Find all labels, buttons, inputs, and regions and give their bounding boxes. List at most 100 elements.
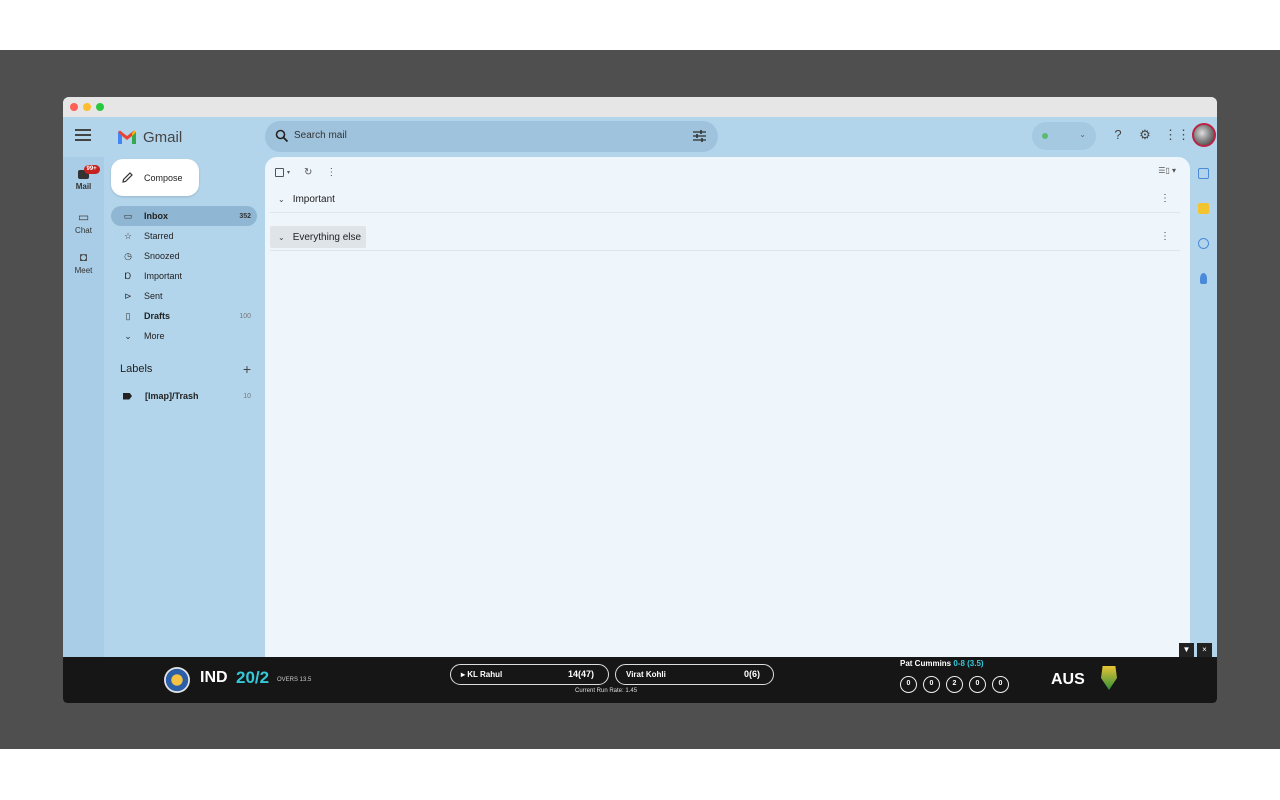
current-run-rate: Current Run Rate: 1.45 (575, 688, 638, 694)
batter-stat: 0(6) (744, 669, 761, 679)
nav-label: Inbox (144, 211, 168, 221)
section-label: Important (292, 193, 335, 205)
gmail-app: Gmail Search mail ⌄ ? ⚙ ⋮⋮ 99+ Mail ▭ Ch… (63, 117, 1217, 657)
window-titlebar (63, 97, 1217, 117)
nav-item-drafts[interactable]: ▯ Drafts 100 (111, 306, 257, 326)
india-crest-icon (164, 667, 190, 693)
search-input[interactable]: Search mail (294, 130, 347, 141)
batter-stat: 14(47) (568, 669, 595, 679)
section-header-everything-else[interactable]: ⌄ Everything else (270, 226, 367, 248)
rail-meet[interactable]: ◘ Meet (63, 250, 104, 275)
section-more-icon[interactable]: ⋮ (1160, 231, 1170, 242)
team-right-name: AUS (1051, 671, 1085, 688)
team-score: 20/2 (236, 668, 270, 687)
select-all-checkbox[interactable] (275, 167, 284, 177)
section-everything-else: ⌄ Everything else ⋮ (270, 223, 1180, 251)
nav-label: Sent (144, 291, 163, 301)
batter-name: ▸ KL Rahul (461, 670, 503, 679)
label-item-imap-trash[interactable]: [Imap]/Trash 10 (111, 386, 257, 406)
create-label-plus-icon[interactable]: + (243, 361, 251, 377)
more-options-icon[interactable]: ⋮ (326, 167, 336, 178)
nav-item-starred[interactable]: ☆ Starred (111, 226, 257, 246)
ball-result: 0 (923, 676, 940, 693)
compose-button[interactable]: Compose (111, 159, 199, 196)
batter-name: Virat Kohli (626, 670, 666, 679)
mail-icon: 99+ (76, 165, 100, 180)
australia-crest-icon (1101, 666, 1117, 690)
status-selector[interactable]: ⌄ (1032, 122, 1096, 150)
collapse-scoreboard-icon[interactable]: ▼ (1179, 643, 1194, 657)
send-icon: ⊳ (124, 291, 132, 301)
rail-mail[interactable]: 99+ Mail (63, 165, 104, 191)
gmail-m-icon (118, 130, 136, 144)
team-left-name: IND (200, 669, 228, 686)
ball-result: 0 (992, 676, 1009, 693)
refresh-icon[interactable]: ↻ (304, 167, 312, 178)
nav-count: 352 (239, 212, 251, 220)
rail-chat[interactable]: ▭ Chat (63, 210, 104, 235)
rail-mail-label: Mail (75, 182, 92, 191)
ball-result: 0 (900, 676, 917, 693)
gmail-wordmark: Gmail (143, 128, 183, 146)
minimize-window-button[interactable] (83, 103, 91, 111)
cricket-scoreboard: IND 20/2 OVERS 13.5 ▸ KL Rahul 14(47) Vi… (63, 657, 1217, 703)
search-options-icon[interactable] (693, 130, 706, 142)
label-name: [Imap]/Trash (145, 391, 199, 401)
label-count: 10 (243, 392, 251, 400)
nav-item-more[interactable]: ⌄ More (111, 326, 257, 346)
mail-list-panel: ▾ ↻ ⋮ ☰▯ ▾ ⌄ Important ⋮ ⌄ Everything el… (265, 157, 1190, 657)
split-pane-toggle-icon[interactable]: ☰▯ ▾ (1158, 166, 1176, 175)
calendar-icon[interactable] (1198, 168, 1209, 179)
gmail-logo[interactable]: Gmail (117, 126, 182, 148)
nav-item-snoozed[interactable]: ◷ Snoozed (111, 246, 257, 266)
important-icon: Ɒ (124, 271, 132, 281)
bowler-info: Pat Cummins 0-8 (3.5) (900, 659, 984, 668)
section-header-important[interactable]: ⌄ Important (270, 188, 340, 210)
nav-label: Snoozed (144, 251, 180, 261)
maximize-window-button[interactable] (96, 103, 104, 111)
select-dropdown-icon[interactable]: ▾ (287, 169, 290, 176)
settings-gear-icon[interactable]: ⚙ (1137, 127, 1153, 143)
section-label: Everything else (292, 231, 362, 243)
label-tag-icon (123, 392, 132, 400)
main-menu-icon[interactable] (75, 129, 91, 143)
section-more-icon[interactable]: ⋮ (1160, 193, 1170, 204)
nav-label: Starred (144, 231, 174, 241)
nav-item-sent[interactable]: ⊳ Sent (111, 286, 257, 306)
nav-item-inbox[interactable]: ▭ Inbox 352 (111, 206, 257, 226)
bowler-figures: 0-8 (3.5) (953, 659, 984, 668)
clock-icon: ◷ (124, 251, 132, 261)
keep-icon[interactable] (1198, 203, 1209, 214)
inbox-icon: ▭ (123, 211, 133, 221)
nav-label: Drafts (144, 311, 171, 321)
contacts-icon[interactable] (1200, 273, 1207, 284)
compose-label: Compose (144, 172, 183, 183)
help-icon[interactable]: ? (1110, 127, 1126, 143)
apps-grid-icon[interactable]: ⋮⋮ (1164, 127, 1190, 143)
search-bar[interactable]: Search mail (265, 121, 718, 152)
overs-count: OVERS 13.5 (277, 677, 312, 683)
close-window-button[interactable] (70, 103, 78, 111)
pencil-icon (122, 172, 133, 183)
section-important: ⌄ Important ⋮ (270, 185, 1180, 213)
ball-result: 2 (946, 676, 963, 693)
nav-item-important[interactable]: Ɒ Important (111, 266, 257, 286)
tasks-icon[interactable] (1198, 238, 1209, 249)
chevron-down-icon: ⌄ (278, 194, 285, 204)
close-scoreboard-icon[interactable]: × (1197, 643, 1212, 657)
draft-icon: ▯ (125, 311, 131, 321)
star-icon: ☆ (123, 231, 133, 241)
search-icon[interactable] (275, 129, 289, 143)
chevron-down-icon: ⌄ (278, 232, 285, 242)
ball-result: 0 (969, 676, 986, 693)
chat-icon: ▭ (77, 210, 90, 224)
labels-title: Labels (120, 363, 153, 375)
nav-count: 100 (239, 312, 251, 320)
unread-badge: 99+ (83, 165, 100, 174)
rail-meet-label: Meet (74, 266, 93, 275)
video-camera-icon: ◘ (79, 250, 88, 264)
status-active-icon (1042, 133, 1048, 139)
app-rail: 99+ Mail ▭ Chat ◘ Meet (63, 157, 104, 657)
account-avatar[interactable] (1192, 123, 1216, 147)
chevron-down-icon: ⌄ (124, 331, 132, 341)
